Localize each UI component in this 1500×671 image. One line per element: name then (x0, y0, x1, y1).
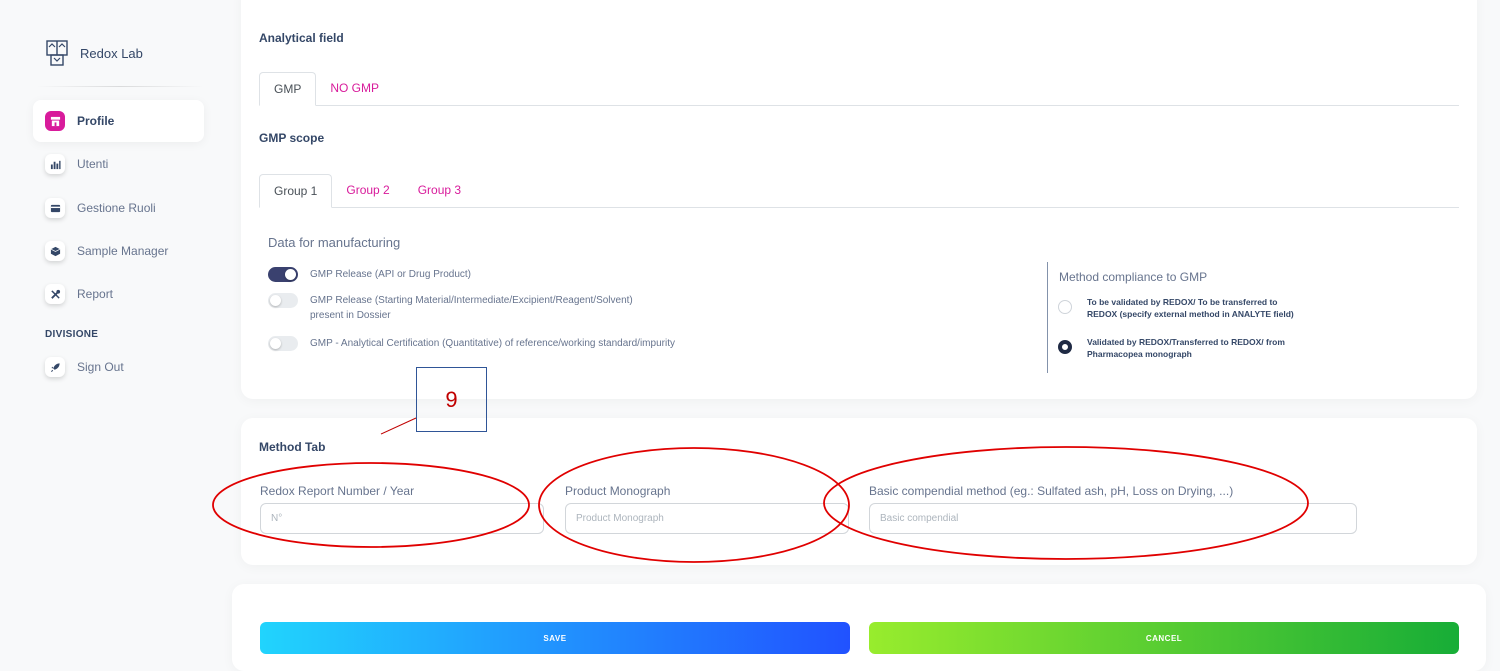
sidebar-item-sample-manager[interactable]: Sample Manager (33, 230, 204, 272)
chart-icon (45, 154, 65, 174)
switch-label: GMP Release (API or Drug Product) (310, 269, 471, 280)
sidebar-item-utenti[interactable]: Utenti (33, 143, 204, 185)
rocket-icon (45, 357, 65, 377)
sidebar-item-label: Sign Out (77, 360, 124, 374)
sidebar-item-label: Utenti (77, 157, 109, 171)
method-compliance-panel: Method compliance to GMP To be validated… (1047, 262, 1347, 373)
gmp-release-starting-material-toggle[interactable] (268, 293, 298, 308)
switch-row-gmp-release-api: GMP Release (API or Drug Product) (268, 267, 471, 282)
sidebar-item-gestione-ruoli[interactable]: Gestione Ruoli (33, 187, 204, 229)
radio-label: To be validated by REDOX/ To be transfer… (1087, 297, 1278, 307)
compliance-option-validated: Validated by REDOX/Transferred to REDOX/… (1058, 336, 1285, 362)
data-for-manufacturing-title: Data for manufacturing (268, 235, 401, 250)
radio-label-line2: REDOX (specify external method in ANALYT… (1087, 309, 1294, 319)
redox-report-number-label: Redox Report Number / Year (260, 484, 415, 498)
method-tab-card (241, 418, 1477, 565)
radio-label-line2: Pharmacopea monograph (1087, 349, 1192, 359)
tab-group-3[interactable]: Group 3 (404, 173, 475, 207)
store-icon (45, 111, 65, 131)
radio-label: Validated by REDOX/Transferred to REDOX/… (1087, 337, 1285, 347)
sidebar-item-sign-out[interactable]: Sign Out (33, 346, 204, 388)
annotation-number: 9 (445, 386, 458, 412)
annotation-number-box: 9 (416, 367, 487, 432)
tab-no-gmp[interactable]: NO GMP (316, 71, 393, 105)
sidebar-section-title: DIVISIONE (45, 329, 99, 340)
tab-group-2[interactable]: Group 2 (332, 173, 403, 207)
redox-report-number-input[interactable] (260, 503, 544, 534)
switch-label: GMP - Analytical Certification (Quantita… (310, 338, 675, 349)
product-monograph-label: Product Monograph (565, 484, 671, 498)
box-icon (45, 241, 65, 261)
tab-gmp[interactable]: GMP (259, 72, 317, 106)
cancel-button[interactable]: CANCEL (869, 622, 1459, 654)
to-be-validated-radio[interactable] (1058, 300, 1072, 314)
gmp-release-api-toggle[interactable] (268, 267, 298, 282)
switch-row-gmp-release-starting-material: GMP Release (Starting Material/Intermedi… (268, 293, 633, 323)
tools-icon (45, 284, 65, 304)
compliance-option-to-be-validated: To be validated by REDOX/ To be transfer… (1058, 296, 1294, 320)
sidebar: Redox Lab Profile Utenti Gestione Ruoli … (0, 0, 222, 671)
method-compliance-title: Method compliance to GMP (1059, 270, 1208, 284)
redox-logo-icon (46, 40, 68, 66)
basic-compendial-input[interactable] (869, 503, 1357, 534)
gmp-tabs: GMP NO GMP (259, 72, 1459, 106)
basic-compendial-method-label: Basic compendial method (eg.: Sulfated a… (869, 484, 1234, 498)
sidebar-divider (36, 86, 204, 87)
sidebar-item-label: Report (77, 287, 114, 301)
brand[interactable]: Redox Lab (46, 40, 143, 66)
analytical-field-title: Analytical field (259, 31, 344, 45)
sidebar-item-label: Gestione Ruoli (77, 201, 156, 215)
save-button[interactable]: SAVE (260, 622, 850, 654)
switch-label: GMP Release (Starting Material/Intermedi… (310, 295, 633, 306)
group-tabs: Group 1 Group 2 Group 3 (259, 174, 1459, 208)
sidebar-item-label: Sample Manager (77, 244, 169, 258)
gmp-scope-title: GMP scope (259, 131, 325, 145)
switch-row-analytical-certification: GMP - Analytical Certification (Quantita… (268, 336, 675, 351)
card-icon (45, 198, 65, 218)
brand-name: Redox Lab (80, 45, 143, 61)
sidebar-item-label: Profile (77, 114, 115, 128)
validated-radio[interactable] (1058, 340, 1072, 354)
tab-group-1[interactable]: Group 1 (259, 174, 333, 208)
sidebar-item-report[interactable]: Report (33, 273, 204, 315)
method-tab-title: Method Tab (259, 440, 326, 454)
switch-label-line2: present in Dossier (310, 310, 391, 321)
sidebar-item-profile[interactable]: Profile (33, 100, 204, 142)
analytical-certification-toggle[interactable] (268, 336, 298, 351)
product-monograph-input[interactable] (565, 503, 849, 534)
